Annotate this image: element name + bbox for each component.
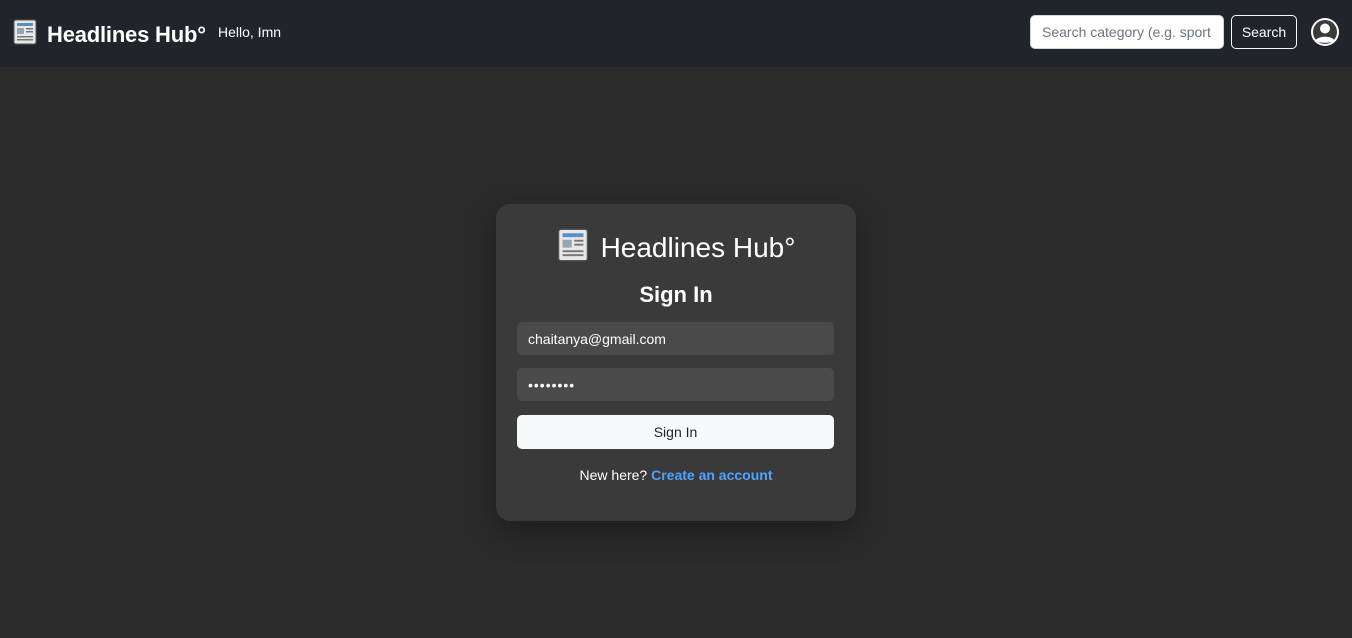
signup-prompt-text: New here? bbox=[579, 467, 648, 483]
card-brand-text: Headlines Hub° bbox=[600, 231, 796, 263]
newspaper-icon bbox=[557, 228, 589, 267]
password-field[interactable] bbox=[517, 368, 834, 401]
top-navbar: Headlines Hub° Hello, Imn Search bbox=[0, 0, 1352, 67]
email-field[interactable] bbox=[517, 322, 834, 355]
search-button[interactable]: Search bbox=[1231, 15, 1297, 49]
create-account-link[interactable]: Create an account bbox=[651, 467, 772, 483]
signin-title: Sign In bbox=[639, 282, 713, 307]
newspaper-icon bbox=[13, 19, 37, 50]
signin-button[interactable]: Sign In bbox=[517, 415, 834, 449]
search-input[interactable] bbox=[1030, 15, 1224, 49]
signin-card: Headlines Hub° Sign In Sign In New here?… bbox=[496, 204, 856, 521]
user-greeting: Hello, Imn bbox=[218, 24, 282, 40]
user-avatar-icon[interactable] bbox=[1310, 17, 1340, 47]
navbar-brand-text: Headlines Hub° bbox=[47, 21, 206, 47]
card-brand: Headlines Hub° bbox=[496, 228, 856, 267]
navbar-brand[interactable]: Headlines Hub° bbox=[13, 19, 206, 50]
signup-prompt: New here? Create an account bbox=[496, 467, 856, 483]
